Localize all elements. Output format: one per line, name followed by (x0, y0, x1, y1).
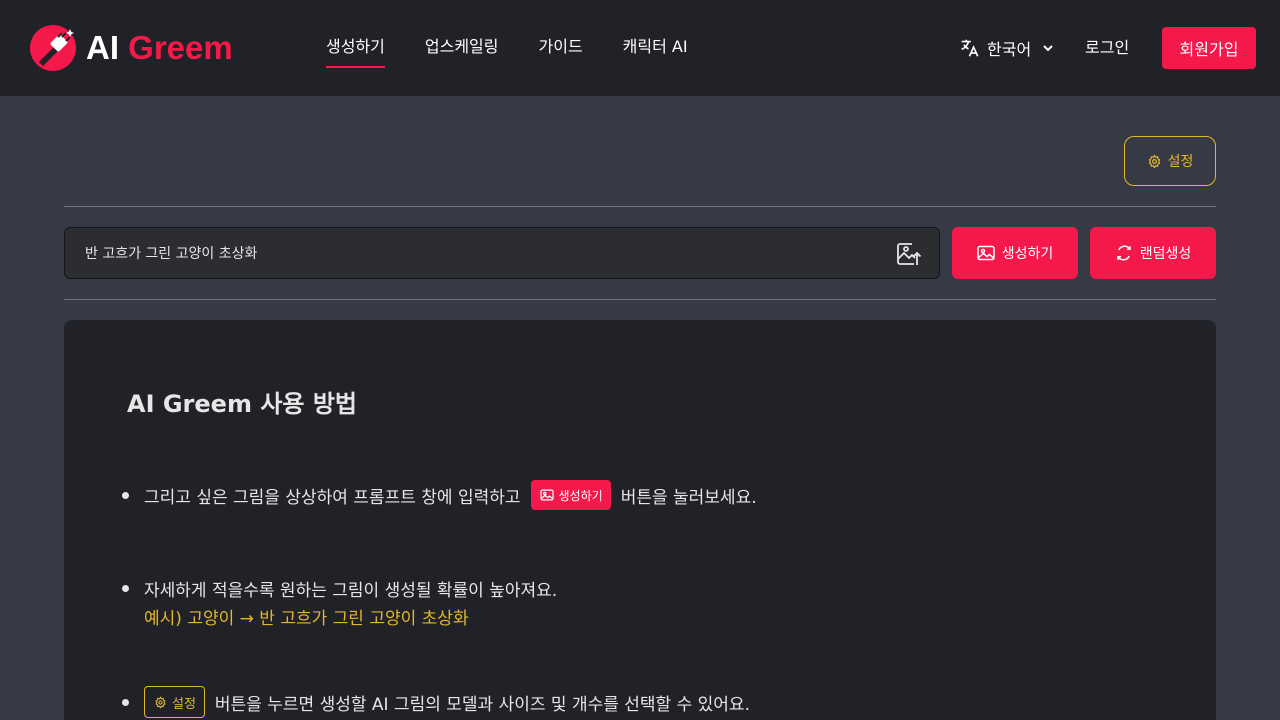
bullet-3 (122, 699, 129, 706)
guide-item-2-example: 예시) 고양이 → 반 고흐가 그린 고양이 초상화 (144, 608, 469, 629)
guide-item-1: 그리고 싶은 그림을 상상하여 프롬프트 창에 입력하고 생성하기 버튼을 눌러… (144, 480, 757, 510)
guide-item-1-text-after: 버튼을 눌러보세요. (620, 487, 757, 508)
inline-generate-badge: 생성하기 (530, 480, 611, 510)
gear-icon (1148, 153, 1161, 169)
translate-icon (961, 39, 979, 57)
image-icon (976, 245, 995, 261)
guide-item-2: 자세하게 적을수록 원하는 그림이 생성될 확률이 높아져요. (144, 580, 558, 601)
language-selector[interactable]: 한국어 (958, 34, 1055, 62)
refresh-icon (1116, 245, 1131, 261)
logo-ai-text: AI (86, 29, 119, 66)
nav-character-ai[interactable]: 캐릭터 AI (623, 28, 688, 68)
guide-item-1-text: 그리고 싶은 그림을 상상하여 프롬프트 창에 입력하고 (144, 487, 521, 508)
divider-bottom (64, 299, 1216, 300)
bullet-1 (122, 492, 129, 499)
settings-label: 설정 (1167, 154, 1194, 170)
random-generate-button[interactable]: 랜덤생성 (1090, 227, 1216, 279)
inline-settings-badge: 설정 (144, 686, 205, 718)
login-link[interactable]: 로그인 (1085, 34, 1129, 62)
logo-greem-text: Greem (128, 29, 233, 66)
inline-generate-label: 생성하기 (558, 488, 603, 503)
logo-brush-icon (30, 25, 76, 71)
image-upload-icon[interactable] (895, 240, 923, 268)
nav-guide[interactable]: 가이드 (539, 28, 583, 68)
divider-top (64, 206, 1216, 207)
guide-title: AI Greem 사용 방법 (127, 390, 357, 418)
logo-text: AI Greem (86, 29, 233, 67)
guide-card: AI Greem 사용 방법 그리고 싶은 그림을 상상하여 프롬프트 창에 입… (64, 320, 1216, 720)
signup-button[interactable]: 회원가입 (1162, 27, 1256, 69)
random-generate-label: 랜덤생성 (1139, 246, 1192, 262)
generate-label: 생성하기 (1001, 246, 1054, 262)
guide-item-3: 설정 버튼을 누르면 생성할 AI 그림의 모델과 사이즈 및 개수를 선택할 … (144, 686, 750, 718)
bullet-2 (122, 585, 129, 592)
gear-icon (155, 695, 166, 709)
generate-button[interactable]: 생성하기 (952, 227, 1078, 279)
prompt-input[interactable] (85, 228, 885, 278)
settings-button[interactable]: 설정 (1124, 136, 1216, 186)
logo[interactable]: AI Greem (29, 23, 249, 73)
inline-settings-label: 설정 (172, 696, 196, 712)
prompt-box (64, 227, 940, 279)
nav-generate[interactable]: 생성하기 (326, 28, 385, 68)
chevron-down-icon (1043, 45, 1053, 52)
language-label: 한국어 (987, 40, 1032, 59)
main-nav: 생성하기 업스케일링 가이드 캐릭터 AI (326, 28, 728, 68)
image-icon (539, 489, 554, 501)
nav-upscaling[interactable]: 업스케일링 (425, 28, 499, 68)
guide-item-3-text: 버튼을 누르면 생성할 AI 그림의 모델과 사이즈 및 개수를 선택할 수 있… (214, 694, 750, 715)
top-navbar: AI Greem 생성하기 업스케일링 가이드 캐릭터 AI 한국어 로그인 회… (0, 0, 1280, 96)
